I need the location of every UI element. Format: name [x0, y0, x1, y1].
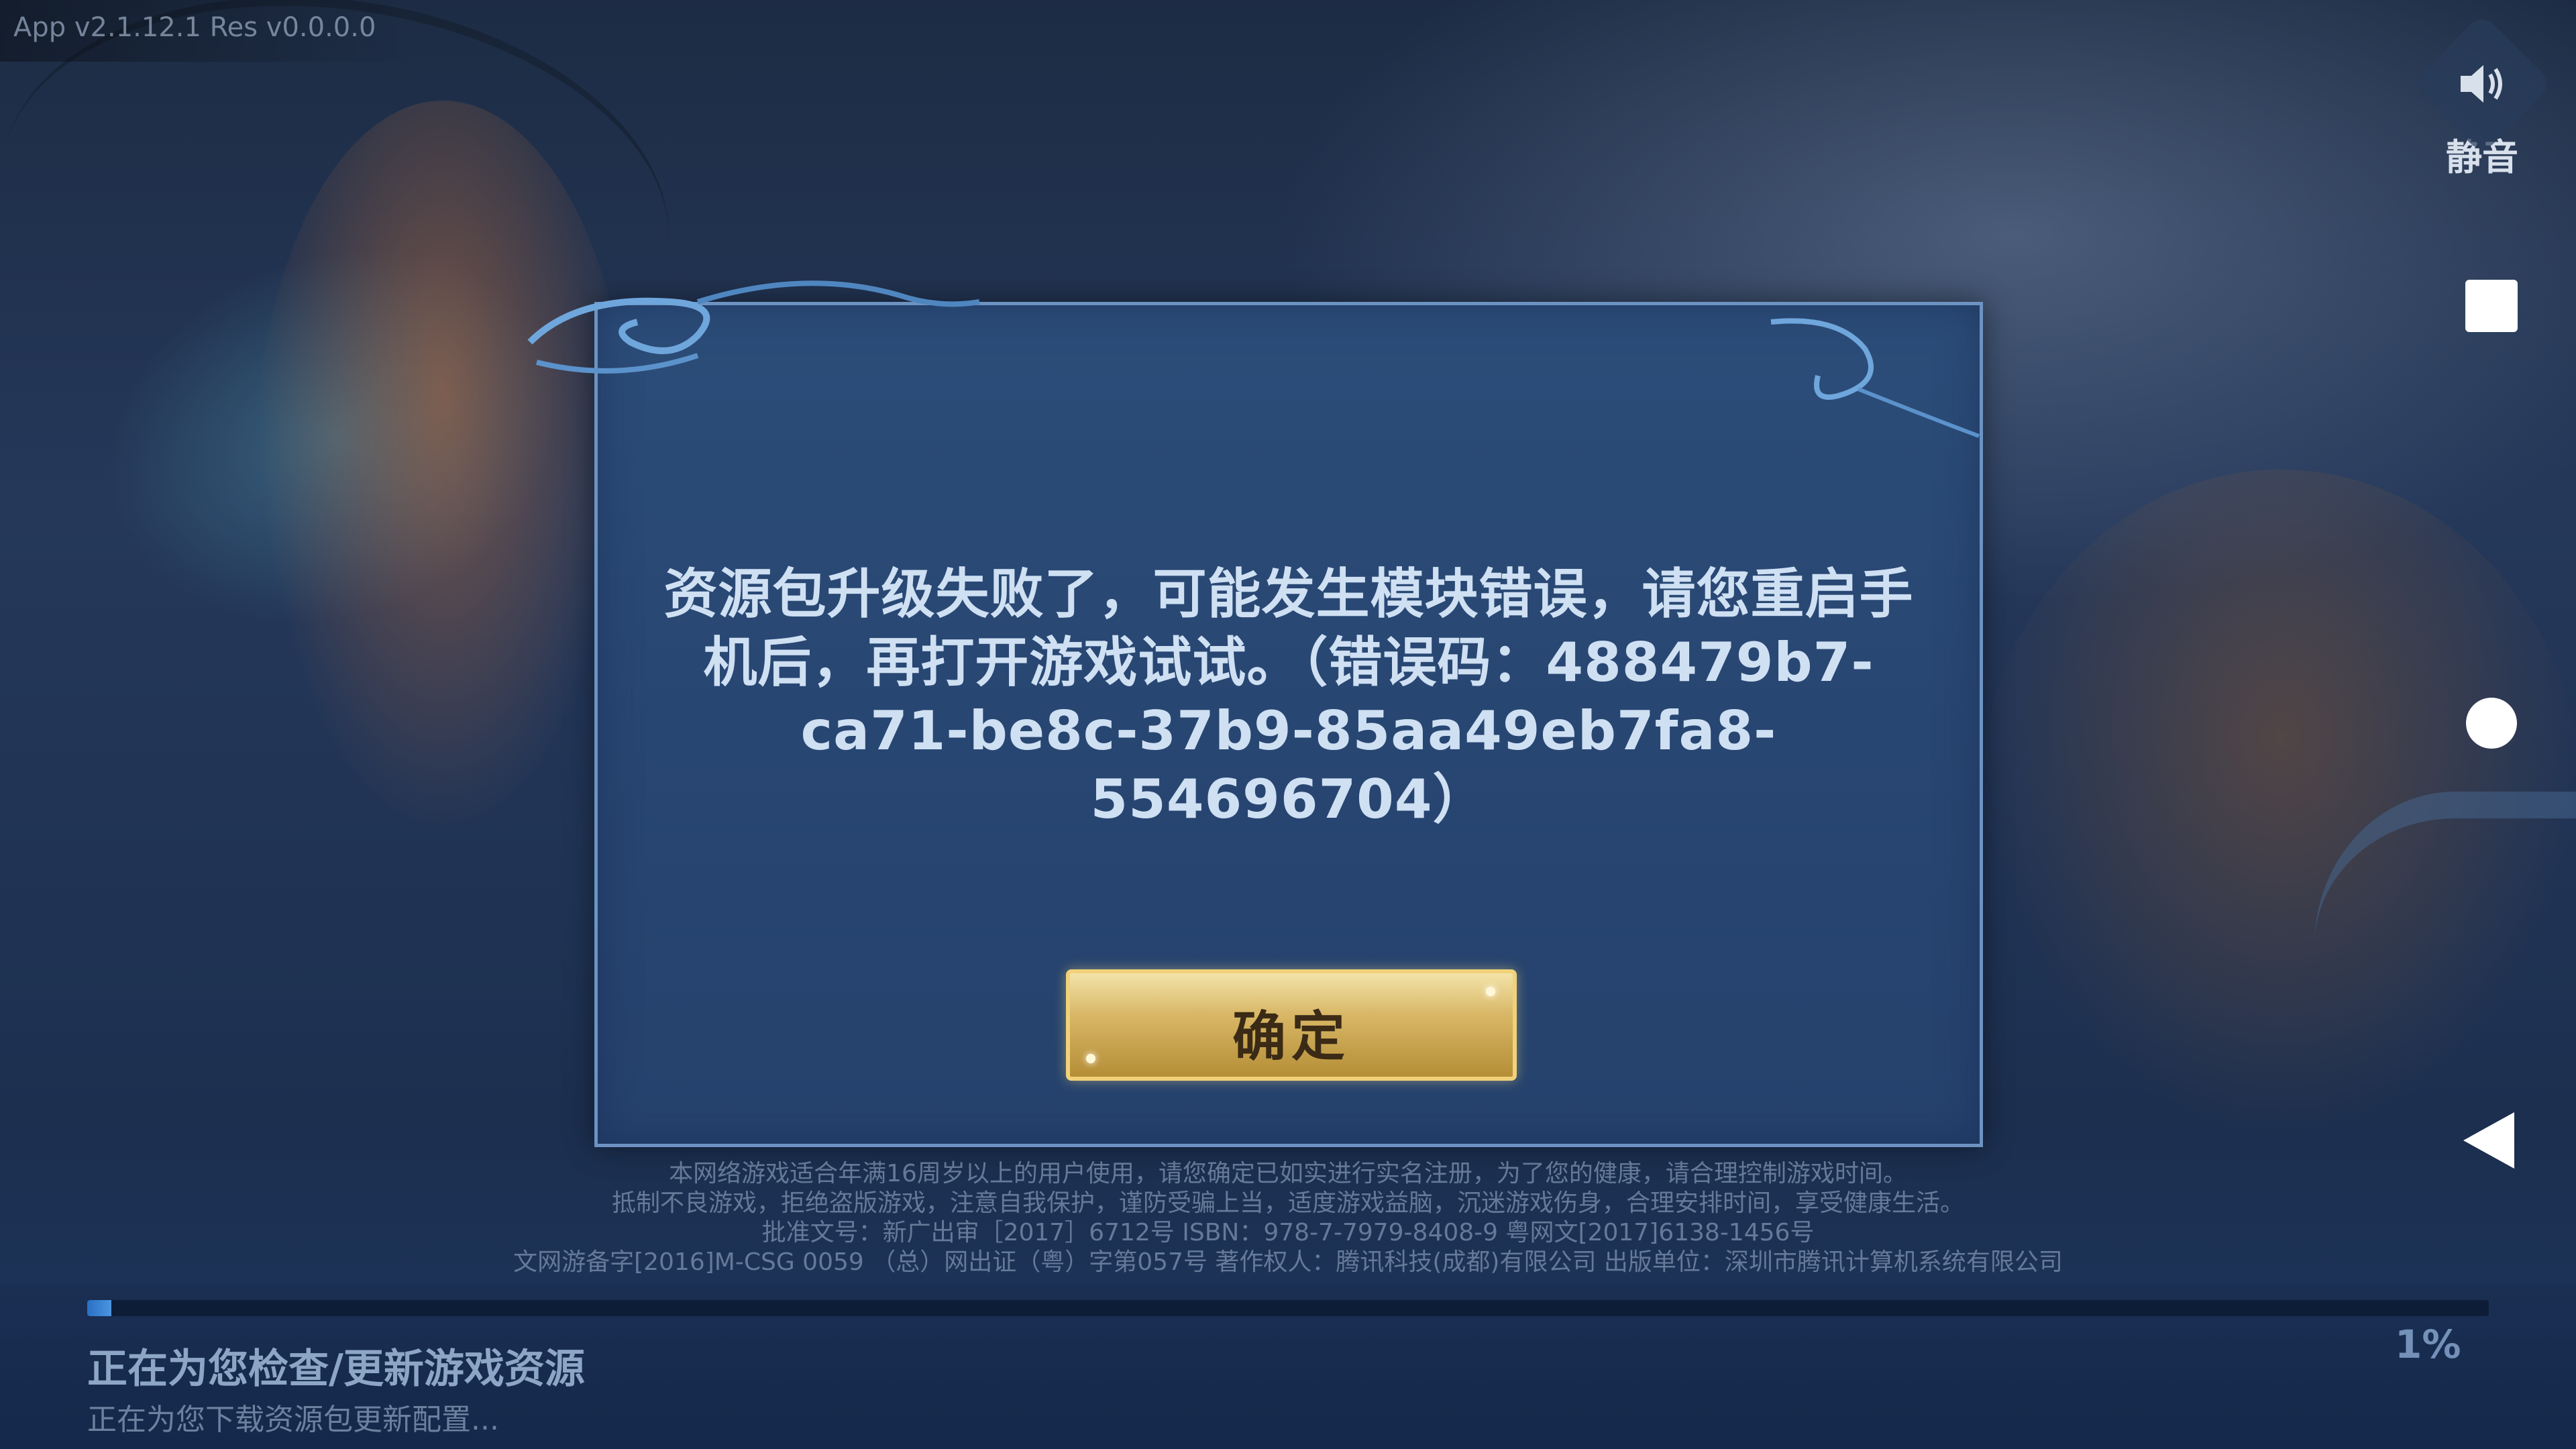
progress-fill: [87, 1300, 111, 1316]
hero-character-left: [255, 101, 631, 839]
back-triangle-icon[interactable]: [2463, 1112, 2514, 1169]
version-label: App v2.1.12.1 Res v0.0.0.0: [13, 12, 376, 43]
error-message: 资源包升级失败了，可能发生模块错误，请您重启手机后，再打开游戏试试。（错误码：4…: [663, 563, 1914, 830]
speaker-icon: [2461, 65, 2502, 103]
confirm-button[interactable]: 确定: [1066, 969, 1517, 1081]
legal-line: 本网络游戏适合年满16周岁以上的用户使用，请您确定已如实进行实名注册，为了您的健…: [669, 1160, 1907, 1187]
loading-status: 正在为您检查/更新游戏资源: [87, 1346, 585, 1393]
mute-button[interactable]: 静音: [2410, 12, 2554, 178]
loading-substatus: 正在为您下载资源包更新配置...: [87, 1403, 499, 1437]
legal-line: 文网游备字[2016]M-CSG 0059 （总）网出证（粤）字第057号 著作…: [513, 1248, 2063, 1276]
stone-wall-art: [2314, 792, 2576, 1100]
progress-bar: [87, 1300, 2489, 1316]
recent-apps-square-icon[interactable]: [2465, 280, 2518, 332]
cloud-ornament-right-icon: [1770, 318, 1980, 438]
legal-line: 批准文号：新广出审［2017］6712号 ISBN：978-7-7979-840…: [761, 1219, 1815, 1246]
home-circle-icon[interactable]: [2466, 698, 2517, 749]
version-bar: App v2.1.12.1 Res v0.0.0.0: [0, 0, 416, 62]
confirm-label: 确定: [1232, 1006, 1350, 1068]
progress-percent: 1%: [2395, 1322, 2461, 1367]
cloud-ornament-icon: [527, 280, 980, 374]
legal-notice: 本网络游戏适合年满16周岁以上的用户使用，请您确定已如实进行实名注册，为了您的健…: [416, 1159, 2160, 1277]
legal-line: 抵制不良游戏，拒绝盗版游戏，注意自我保护，谨防受骗上当，适度游戏益脑，沉迷游戏伤…: [611, 1189, 1964, 1217]
